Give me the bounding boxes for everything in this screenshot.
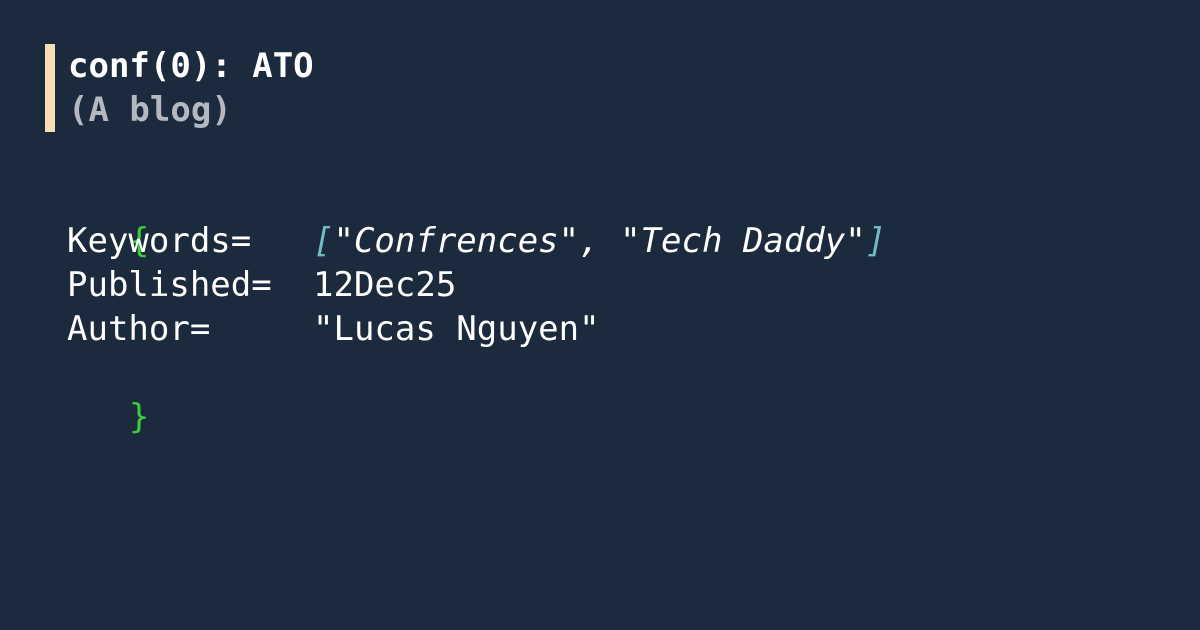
keyword-item: "Tech Daddy": [620, 221, 866, 261]
page-subtitle: (A blog): [68, 90, 232, 130]
code-block: { Keywords= ["Confrences", "Tech Daddy"] …: [47, 175, 886, 437]
keyword-separator: ,: [579, 221, 621, 261]
keywords-key: Keywords=: [67, 221, 252, 261]
author-key: Author=: [67, 309, 211, 349]
open-brace-line: {: [47, 175, 886, 261]
author-value: "Lucas Nguyen": [313, 309, 600, 349]
keywords-open-bracket: [: [313, 221, 334, 261]
published-key: Published=: [67, 265, 272, 305]
keyword-item: "Confrences": [333, 221, 580, 261]
page-title: conf(0): ATO: [68, 46, 314, 86]
author-line: Author= "Lucas Nguyen": [47, 307, 886, 351]
close-brace-line: }: [47, 351, 886, 437]
keywords-close-bracket: ]: [865, 221, 887, 261]
close-brace: }: [128, 397, 150, 437]
published-value: 12Dec25: [313, 265, 457, 305]
published-line: Published= 12Dec25: [47, 263, 886, 307]
keywords-line: Keywords= ["Confrences", "Tech Daddy"]: [47, 219, 886, 263]
page-header: conf(0): ATO (A blog): [45, 44, 314, 132]
